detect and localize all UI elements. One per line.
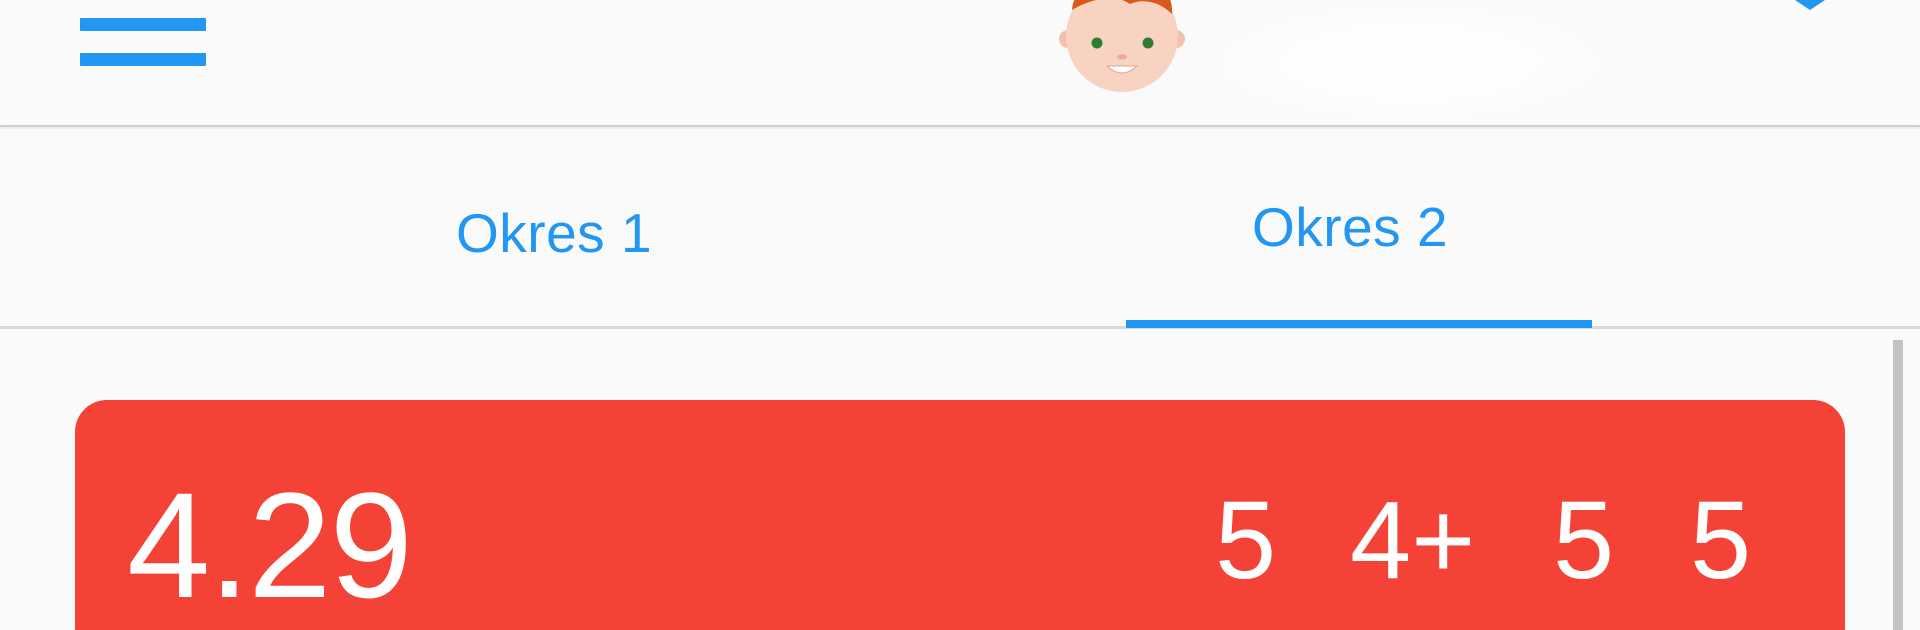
grade-value: 5 (1553, 479, 1615, 602)
top-app-bar (0, 0, 1920, 127)
tab-label: Okres 2 (1252, 196, 1449, 258)
chevron-down-icon[interactable] (1790, 0, 1830, 14)
scrollbar[interactable] (1893, 340, 1903, 630)
tab-okres-1[interactable]: Okres 1 (0, 129, 1120, 329)
grade-value: 4+ (1350, 479, 1476, 602)
subject-grade-card[interactable]: 4.29 5 4+ 5 5 (75, 400, 1845, 630)
boy-avatar-icon (1059, 0, 1185, 92)
user-avatar[interactable] (1052, 0, 1192, 95)
tab-label: Okres 1 (456, 202, 653, 264)
period-tabs: Okres 1 Okres 2 (0, 129, 1920, 329)
app-root: Okres 1 Okres 2 4.29 5 4+ 5 5 (0, 0, 1920, 630)
avatar-glow (1210, 0, 1610, 125)
grade-average: 4.29 (127, 461, 413, 629)
grade-value: 5 (1690, 479, 1752, 602)
selected-tab-indicator (1126, 320, 1592, 328)
grade-value: 5 (1215, 479, 1277, 602)
tab-okres-2[interactable]: Okres 2 (1126, 129, 1592, 329)
menu-button[interactable] (62, 0, 212, 90)
